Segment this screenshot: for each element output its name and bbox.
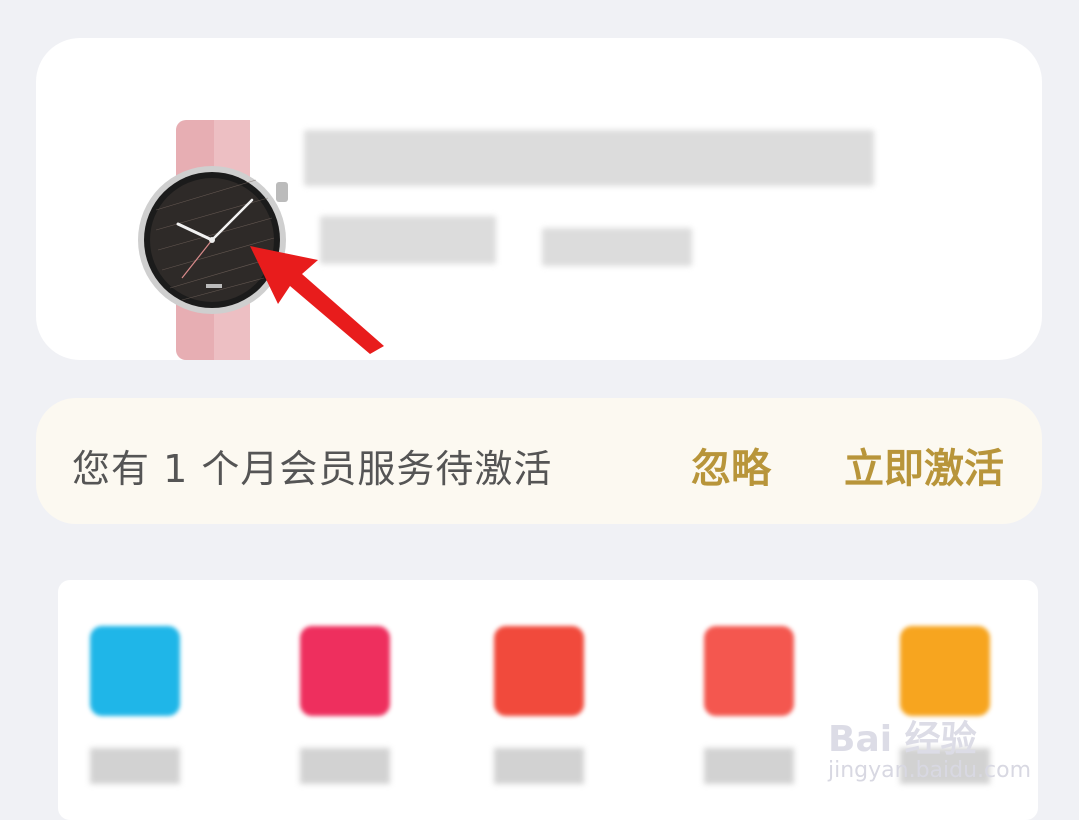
membership-banner: 您有 1 个月会员服务待激活 忽略 立即激活 (36, 398, 1042, 524)
red-pointer-arrow-icon (250, 246, 384, 354)
banner-message: 您有 1 个月会员服务待激活 (72, 447, 553, 491)
app-label-1-obscured (90, 748, 180, 784)
ignore-button[interactable]: 忽略 (691, 436, 771, 494)
app-label-4-obscured (704, 748, 794, 784)
device-name-obscured (304, 130, 874, 186)
app-label-3-obscured (494, 748, 584, 784)
activate-button[interactable]: 立即激活 (844, 436, 1004, 494)
baidu-jingyan-watermark: Bai 经验 jingyan.baidu.com (828, 700, 1032, 790)
app-label-2-obscured (300, 748, 390, 784)
device-card[interactable] (36, 38, 1042, 360)
app-icon-3[interactable] (494, 626, 584, 716)
device-battery-obscured (542, 228, 692, 266)
watermark-main: Bai 经验 (828, 719, 977, 760)
app-icon-1[interactable] (90, 626, 180, 716)
app-icon-2[interactable] (300, 626, 390, 716)
watermark-sub: jingyan.baidu.com (828, 758, 1032, 783)
app-icon-4[interactable] (704, 626, 794, 716)
